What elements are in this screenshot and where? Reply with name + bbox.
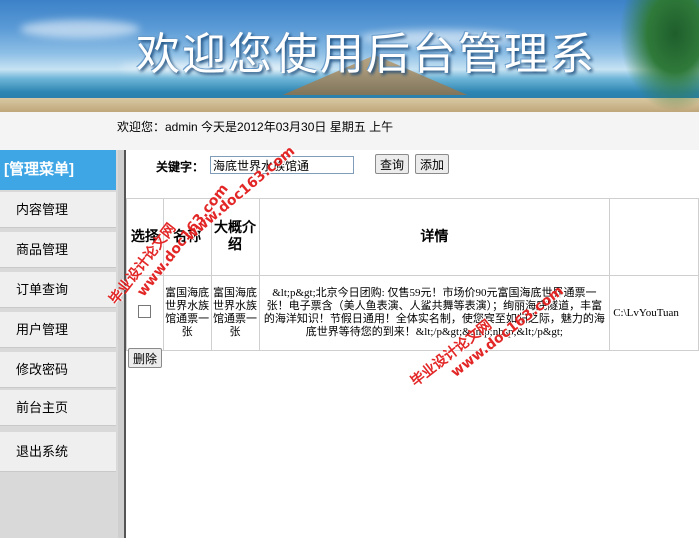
row-checkbox[interactable] (138, 304, 152, 318)
row-intro: 富国海底世界水族馆通票一张 (210, 275, 260, 351)
sand-decoration (0, 98, 699, 112)
cloud-decoration (20, 20, 140, 38)
keyword-label: 关键字： (156, 160, 205, 174)
add-button[interactable]: 添加 (415, 154, 450, 174)
sidebar-item-product-management[interactable]: 商品管理 (0, 232, 116, 268)
sidebar-item-logout[interactable]: 退出系统 (0, 432, 116, 472)
banner-title: 欢迎您使用后台管理系 (136, 29, 596, 80)
status-bar: 欢迎您：admin 今天是2012年03月30日 星期五 上午 (0, 112, 699, 151)
sidebar-item-front-home[interactable]: 前台主页 (0, 390, 116, 426)
header-banner: 欢迎您使用后台管理系 (0, 0, 699, 112)
table-row: 富国海底世界水族馆通票一张 富国海底世界水族馆通票一张 &lt;p&gt;北京今… (126, 275, 699, 351)
delete-button[interactable]: 删除 (128, 348, 163, 368)
header-path (609, 198, 699, 276)
sidebar-item-user-management[interactable]: 用户管理 (0, 312, 116, 348)
sidebar-item-content-management[interactable]: 内容管理 (0, 192, 116, 228)
query-button[interactable]: 查询 (375, 154, 410, 174)
sidebar-item-change-password[interactable]: 修改密码 (0, 352, 116, 388)
row-name: 富国海底世界水族馆通票一张 (162, 275, 212, 351)
header-details: 详情 (258, 198, 611, 276)
welcome-text: 欢迎您：admin 今天是2012年03月30日 星期五 上午 (117, 120, 394, 134)
sidebar: [管理菜单] 内容管理 商品管理 订单查询 用户管理 修改密码 前台主页 退出系… (0, 150, 118, 538)
sidebar-item-order-query[interactable]: 订单查询 (0, 272, 116, 308)
palm-decoration (619, 0, 699, 112)
menu-header: [管理菜单] (0, 150, 116, 190)
row-path: C:\LvYouTuan (609, 275, 699, 351)
sidebar-divider (118, 150, 126, 538)
